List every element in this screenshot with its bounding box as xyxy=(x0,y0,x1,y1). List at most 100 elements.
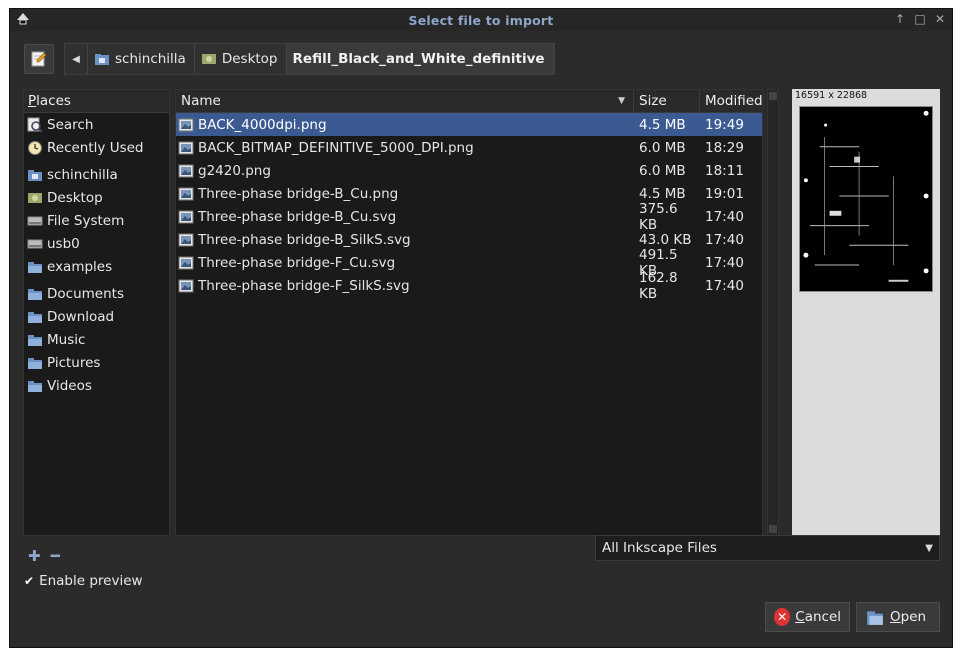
close-button[interactable]: ✕ xyxy=(934,12,946,26)
image-file-icon xyxy=(178,233,194,246)
file-modified: 17:40 xyxy=(705,208,744,225)
preview-thumbnail xyxy=(799,106,933,292)
place-item-file-system[interactable]: File System xyxy=(24,209,169,232)
folder-icon xyxy=(28,311,42,323)
open-mnemonic: O xyxy=(890,609,901,625)
place-label: File System xyxy=(47,212,125,229)
places-header[interactable]: Places xyxy=(24,90,169,113)
place-label: Search xyxy=(47,116,94,133)
open-label: Open xyxy=(890,609,926,625)
file-name: Three-phase bridge-B_Cu.png xyxy=(198,185,399,202)
image-file-icon xyxy=(178,279,194,292)
file-modified: 18:29 xyxy=(705,139,744,156)
place-item-download[interactable]: Download xyxy=(24,305,169,328)
places-sidebar: Places Search Recently Used schinchilla Des… xyxy=(23,89,170,536)
add-bookmark-icon[interactable]: ✚ xyxy=(28,547,41,565)
place-label: schinchilla xyxy=(47,166,118,183)
place-item-documents[interactable]: Documents xyxy=(24,282,169,305)
place-item-recently-used[interactable]: Recently Used xyxy=(24,136,169,159)
file-modified: 19:49 xyxy=(705,116,744,133)
place-item-desktop[interactable]: Desktop xyxy=(24,186,169,209)
cancel-mnemonic: C xyxy=(795,609,805,625)
cancel-label-rest: ancel xyxy=(804,609,841,625)
column-size[interactable]: Size xyxy=(634,90,700,112)
file-name: Three-phase bridge-B_SilkS.svg xyxy=(198,231,411,248)
chevron-down-icon: ▼ xyxy=(925,542,933,554)
file-modified: 18:11 xyxy=(705,162,744,179)
enable-preview-checkbox[interactable]: ✔ Enable preview xyxy=(24,573,143,589)
place-item-schinchilla[interactable]: schinchilla xyxy=(24,163,169,186)
cancel-button[interactable]: ✕ Cancel xyxy=(765,602,850,632)
crumb-label: Desktop xyxy=(221,51,278,67)
folder-icon xyxy=(28,261,42,273)
place-item-search[interactable]: Search xyxy=(24,113,169,136)
file-size: 4.5 MB xyxy=(639,116,686,133)
place-item-pictures[interactable]: Pictures xyxy=(24,351,169,374)
crumb-current-folder[interactable]: Refill_Black_and_White_definitive xyxy=(286,44,554,74)
folder-icon xyxy=(28,288,42,300)
drive-icon xyxy=(27,216,43,225)
crumb-label: Refill_Black_and_White_definitive xyxy=(292,51,545,67)
desktop-icon xyxy=(28,192,42,203)
open-button[interactable]: Open xyxy=(856,602,940,632)
place-item-music[interactable]: Music xyxy=(24,328,169,351)
column-modified[interactable]: Modified xyxy=(700,90,763,112)
place-item-videos[interactable]: Videos xyxy=(24,374,169,397)
file-name: BACK_BITMAP_DEFINITIVE_5000_DPI.png xyxy=(198,139,474,156)
crumb-home[interactable]: schinchilla xyxy=(88,44,195,74)
folder-icon xyxy=(28,334,42,346)
place-item-examples[interactable]: examples xyxy=(24,255,169,278)
column-name[interactable]: Name ▼ xyxy=(176,90,634,112)
file-list-header: Name ▼ Size Modified xyxy=(176,90,763,113)
column-size-label: Size xyxy=(639,93,667,109)
filter-selected: All Inkscape Files xyxy=(602,540,717,556)
scroll-down-arrow[interactable] xyxy=(769,525,777,533)
breadcrumb-back-arrow[interactable]: ◀ xyxy=(65,44,88,74)
type-location-button[interactable] xyxy=(24,44,54,74)
file-name-cell: Three-phase bridge-F_Cu.svg xyxy=(176,255,634,271)
place-label: usb0 xyxy=(47,235,80,252)
file-modified: 17:40 xyxy=(705,254,744,271)
file-size: 162.8 KB xyxy=(639,269,678,302)
file-modified: 17:40 xyxy=(705,231,744,248)
cancel-icon: ✕ xyxy=(774,608,791,626)
file-row[interactable]: BACK_4000dpi.png 4.5 MB 19:49 xyxy=(176,113,762,136)
preview-dimensions: 16591 x 22868 xyxy=(795,90,868,101)
place-item-usb0[interactable]: usb0 xyxy=(24,232,169,255)
keep-above-button[interactable]: ↑ xyxy=(894,12,906,26)
preview-pane: 16591 x 22868 xyxy=(792,89,940,536)
home-folder-icon xyxy=(28,169,42,181)
file-modified: 19:01 xyxy=(705,185,744,202)
file-row[interactable]: BACK_BITMAP_DEFINITIVE_5000_DPI.png 6.0 M… xyxy=(176,136,762,159)
file-row[interactable]: g2420.png 6.0 MB 18:11 xyxy=(176,159,762,182)
file-size: 6.0 MB xyxy=(639,139,686,156)
crumb-desktop[interactable]: Desktop xyxy=(195,44,287,74)
file-name: g2420.png xyxy=(198,162,271,179)
file-name-cell: BACK_BITMAP_DEFINITIVE_5000_DPI.png xyxy=(176,140,634,156)
file-name: BACK_4000dpi.png xyxy=(198,116,327,133)
file-type-filter[interactable]: All Inkscape Files ▼ xyxy=(595,535,940,561)
search-icon xyxy=(27,117,43,133)
file-list-scrollbar[interactable] xyxy=(767,89,779,536)
pencil-note-icon xyxy=(31,51,47,67)
desktop-icon xyxy=(201,54,216,64)
file-row[interactable]: Three-phase bridge-B_Cu.svg 375.6 KB 17:40 xyxy=(176,201,762,233)
scroll-up-arrow[interactable] xyxy=(769,92,777,100)
image-file-icon xyxy=(178,187,194,200)
open-folder-icon xyxy=(867,611,883,625)
place-label: Recently Used xyxy=(47,139,144,156)
remove-bookmark-icon[interactable]: ━ xyxy=(51,547,60,565)
column-name-label: Name xyxy=(181,93,221,109)
maximize-button[interactable]: □ xyxy=(914,12,926,26)
places-header-rest: laces xyxy=(36,93,71,109)
column-modified-label: Modified xyxy=(705,93,763,109)
image-file-icon xyxy=(178,256,194,269)
place-label: examples xyxy=(47,258,113,275)
place-label: Pictures xyxy=(47,354,101,371)
sort-descending-icon: ▼ xyxy=(618,96,625,106)
file-row[interactable]: Three-phase bridge-F_SilkS.svg 162.8 KB 17… xyxy=(176,270,762,302)
file-name-cell: BACK_4000dpi.png xyxy=(176,117,634,133)
file-import-dialog: Select file to import ↑ □ ✕ ◀ schinchill… xyxy=(9,8,953,648)
file-modified: 17:40 xyxy=(705,277,744,294)
image-file-icon xyxy=(178,118,194,131)
